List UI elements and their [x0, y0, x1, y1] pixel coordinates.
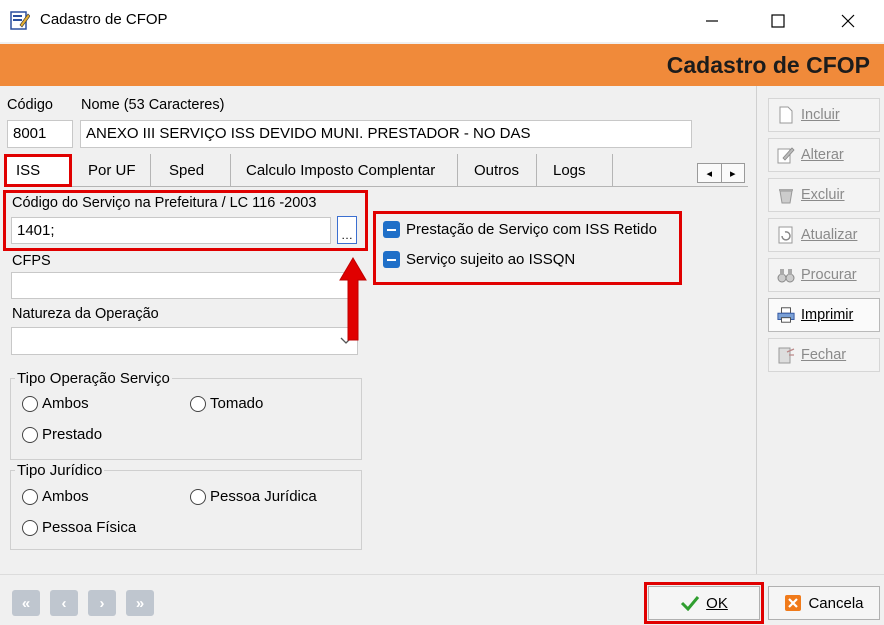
sujeito-issqn-label: Serviço sujeito ao ISSQN [406, 251, 576, 268]
previous-record-button[interactable]: ‹ [50, 590, 78, 616]
tab-scroll-left-icon[interactable]: ◂ [698, 164, 722, 182]
chevron-right-icon: › [99, 594, 105, 612]
cfps-label: CFPS [12, 253, 51, 269]
printer-icon [777, 306, 795, 324]
natureza-label: Natureza da Operação [12, 306, 159, 322]
tipo-operacao-group: Tipo Operação Serviço [10, 370, 362, 460]
tipo-juridico-group: Tipo Jurídico [10, 462, 362, 550]
double-left-icon: « [21, 594, 31, 612]
sujeito-issqn-checkbox[interactable]: Serviço sujeito ao ISSQN [383, 251, 575, 268]
radio-icon [22, 426, 38, 443]
tab-scroll-buttons: ◂ ▸ [697, 163, 745, 183]
last-record-button[interactable]: » [126, 590, 154, 616]
tab-scroll-right-icon[interactable]: ▸ [722, 164, 745, 182]
iss-retido-label: Prestação de Serviço com ISS Retido [406, 221, 657, 238]
radio-juridico-pessoa-fisica[interactable]: Pessoa Física [22, 519, 136, 536]
indeterminate-checkbox-icon [383, 221, 400, 238]
radio-icon [22, 519, 38, 536]
cancela-button[interactable]: Cancela [768, 586, 880, 620]
incluir-button[interactable]: Incluir [768, 98, 880, 132]
lookup-button[interactable]: … [337, 216, 357, 244]
close-icon [841, 14, 855, 28]
close-door-icon [777, 346, 795, 364]
cfps-input[interactable] [11, 272, 358, 299]
nome-label: Nome (53 Caracteres) [81, 97, 225, 113]
iss-retido-checkbox[interactable]: Prestação de Serviço com ISS Retido [383, 221, 657, 238]
codigo-servico-label: Código do Serviço na Prefeitura / LC 116… [12, 195, 317, 211]
procurar-button[interactable]: Procurar [768, 258, 880, 292]
maximize-button[interactable] [746, 0, 810, 42]
app-icon [10, 10, 31, 30]
minimize-icon [706, 20, 718, 22]
ok-button-highlight [644, 582, 764, 624]
indeterminate-checkbox-icon [383, 251, 400, 268]
ellipsis-icon: … [341, 228, 353, 242]
window-title: Cadastro de CFOP [40, 11, 168, 28]
codigo-servico-input[interactable]: 1401; [11, 217, 331, 244]
maximize-icon [771, 14, 785, 28]
delete-icon [777, 186, 795, 204]
new-document-icon [777, 106, 795, 124]
radio-icon [190, 395, 206, 412]
banner-title: Cadastro de CFOP [666, 52, 870, 78]
cancel-icon [785, 595, 802, 611]
red-arrow-annotation [339, 257, 367, 341]
radio-operacao-tomado[interactable]: Tomado [190, 395, 263, 412]
radio-juridico-pessoa-juridica[interactable]: Pessoa Jurídica [190, 488, 317, 505]
tipo-operacao-legend: Tipo Operação Serviço [17, 370, 170, 387]
tipo-juridico-legend: Tipo Jurídico [17, 462, 103, 479]
tab-por-uf[interactable]: Por UF [78, 154, 151, 186]
edit-icon [777, 146, 795, 164]
tab-strip-line [4, 186, 748, 187]
next-record-button[interactable]: › [88, 590, 116, 616]
imprimir-button[interactable]: Imprimir [768, 298, 880, 332]
tab-logs[interactable]: Logs [537, 154, 613, 186]
codigo-input[interactable]: 8001 [7, 120, 73, 148]
minimize-button[interactable] [680, 0, 744, 42]
radio-icon [22, 395, 38, 412]
chevron-left-icon: ‹ [61, 594, 67, 612]
radio-icon [22, 488, 38, 505]
natureza-select[interactable] [11, 327, 358, 355]
atualizar-button[interactable]: Atualizar [768, 218, 880, 252]
alterar-button[interactable]: Alterar [768, 138, 880, 172]
radio-operacao-prestado[interactable]: Prestado [22, 426, 102, 443]
radio-icon [190, 488, 206, 505]
nome-input[interactable]: ANEXO III SERVIÇO ISS DEVIDO MUNI. PREST… [80, 120, 692, 148]
fechar-button[interactable]: Fechar [768, 338, 880, 372]
double-right-icon: » [135, 594, 145, 612]
binoculars-icon [777, 266, 795, 284]
radio-operacao-ambos[interactable]: Ambos [22, 395, 89, 412]
close-window-button[interactable] [816, 0, 880, 42]
codigo-label: Código [7, 97, 53, 113]
first-record-button[interactable]: « [12, 590, 40, 616]
tab-sped[interactable]: Sped [151, 154, 231, 186]
tab-outros[interactable]: Outros [458, 154, 537, 186]
excluir-button[interactable]: Excluir [768, 178, 880, 212]
radio-juridico-ambos[interactable]: Ambos [22, 488, 89, 505]
refresh-icon [777, 226, 795, 244]
tab-iss-highlight [4, 154, 72, 187]
tab-calculo-imposto[interactable]: Calculo Imposto Complentar [231, 154, 458, 186]
